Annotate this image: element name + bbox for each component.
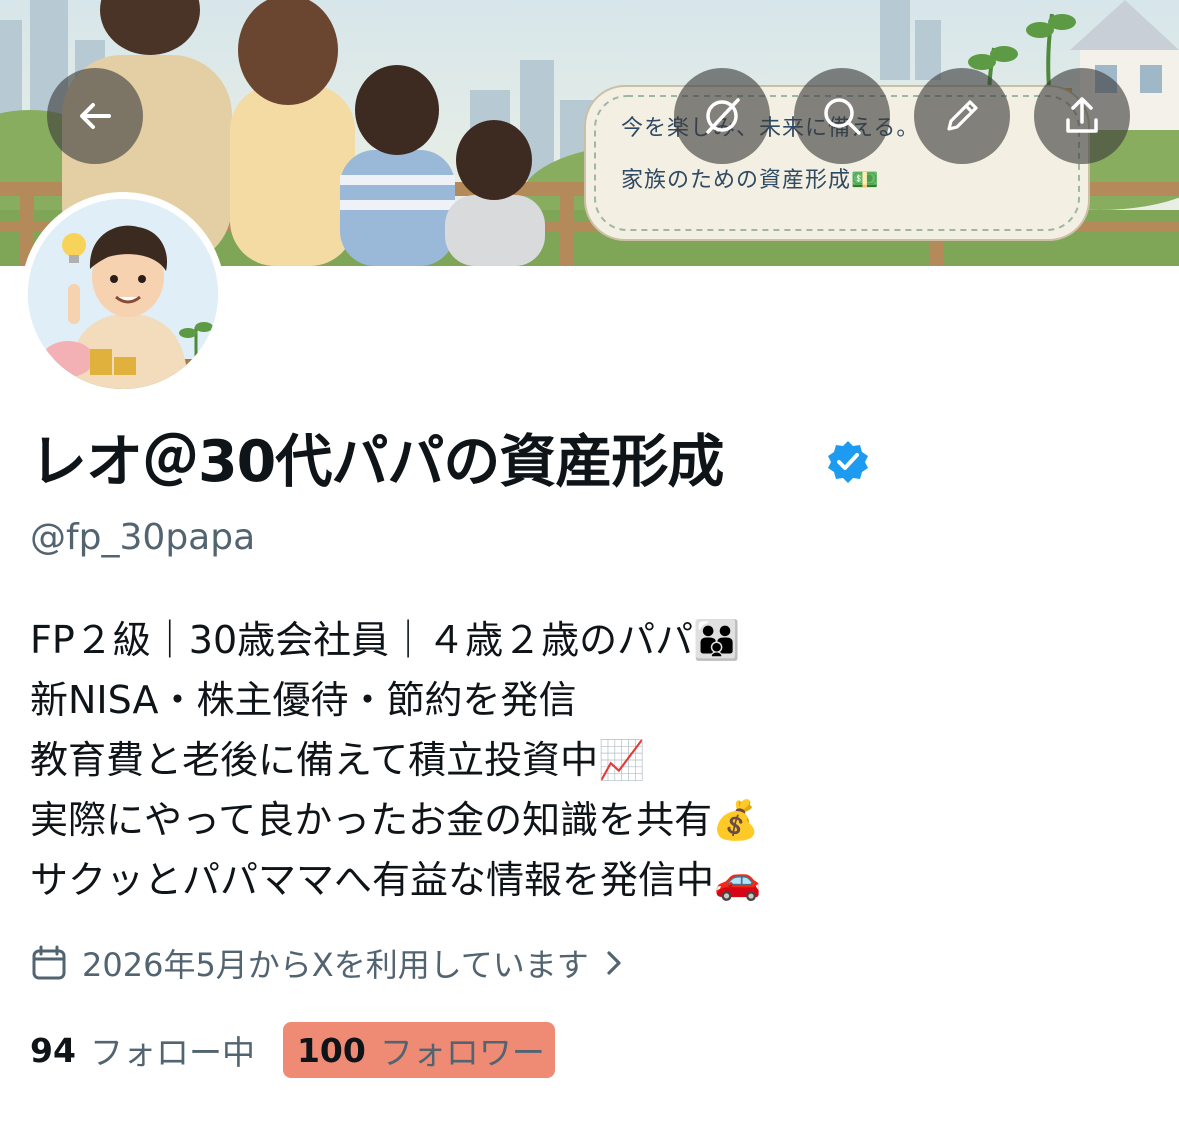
bio-line: 新NISA・株主優待・節約を発信: [30, 678, 577, 722]
profile-bio: FP２級｜30歳会社員｜４歳２歳のパパ👪 新NISA・株主優待・節約を発信 教育…: [30, 610, 1150, 910]
follow-stats: 94 フォロー中 100 フォロワー: [30, 1020, 555, 1080]
share-button[interactable]: [1034, 68, 1130, 164]
followers-label: フォロワー: [379, 1033, 545, 1072]
bio-line: FP２級｜30歳会社員｜４歳２歳のパパ👪: [30, 618, 741, 662]
pencil-icon: [947, 100, 978, 131]
verified-badge-icon[interactable]: [824, 438, 872, 490]
avatar-illustration: [28, 199, 218, 389]
joined-date-text: 2026年5月からXを利用しています: [82, 946, 589, 984]
banner-sign-line2: 家族のための資産形成💵: [621, 168, 880, 193]
bio-line: サクッとパパママへ有益な情報を発信中🚗: [30, 858, 762, 902]
grok-icon: [706, 98, 740, 134]
profile-display-name: レオ＠30代パパの資産形成: [30, 429, 724, 495]
share-icon: [1066, 97, 1098, 133]
following-label: フォロー中: [89, 1033, 255, 1072]
followers-link[interactable]: 100 フォロワー: [282, 1022, 555, 1078]
bio-line: 実際にやって良かったお金の知識を共有💰: [30, 798, 760, 842]
back-button[interactable]: [47, 68, 143, 164]
search-icon: [824, 98, 861, 135]
search-button[interactable]: [794, 68, 890, 164]
grok-button[interactable]: [674, 68, 770, 164]
edit-button[interactable]: [914, 68, 1010, 164]
followers-count: 100: [296, 1030, 366, 1070]
bio-line: 教育費と老後に備えて積立投資中📈: [30, 738, 646, 782]
joined-date[interactable]: 2026年5月からXを利用しています: [30, 940, 625, 986]
following-link[interactable]: 94 フォロー中: [30, 1026, 255, 1074]
profile-handle: @fp_30papa: [30, 517, 256, 558]
calendar-icon: [32, 945, 66, 980]
following-count: 94: [30, 1030, 76, 1070]
chevron-right-icon: [607, 951, 621, 975]
profile-avatar[interactable]: [21, 192, 225, 396]
arrow-left-icon: [80, 103, 111, 129]
